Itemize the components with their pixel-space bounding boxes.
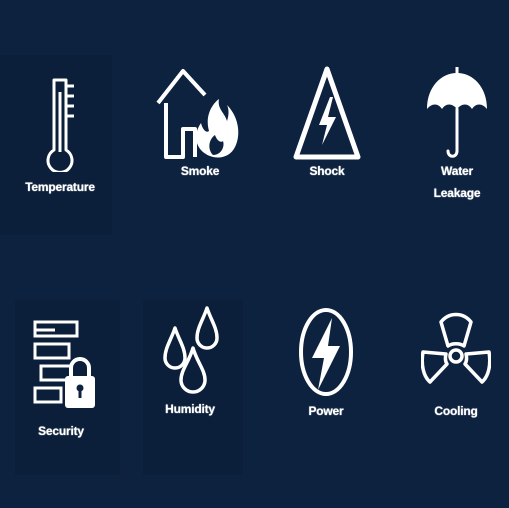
tile-shock[interactable]: Shock xyxy=(272,65,382,182)
tile-humidity[interactable]: Humidity xyxy=(135,306,245,420)
lightning-bolt-icon xyxy=(299,308,353,396)
tile-smoke[interactable]: Smoke xyxy=(145,65,255,182)
tile-label: Leakage xyxy=(433,186,481,200)
high-voltage-warning-icon xyxy=(293,66,361,160)
thermometer-icon xyxy=(46,78,74,172)
tile-power[interactable]: Power xyxy=(271,306,381,422)
tile-label: Cooling xyxy=(434,404,478,418)
tile-label: Security xyxy=(38,424,84,438)
tile-cooling[interactable]: Cooling xyxy=(401,308,509,422)
tile-label: Smoke xyxy=(180,164,220,178)
umbrella-icon xyxy=(427,67,487,158)
tile-security[interactable]: Security xyxy=(6,318,116,442)
server-lock-icon xyxy=(33,320,95,408)
fan-icon xyxy=(421,312,491,384)
water-drops-icon xyxy=(163,306,219,394)
tile-label: Temperature xyxy=(25,180,95,194)
tile-label: Power xyxy=(308,404,344,418)
tile-label: Shock xyxy=(309,164,345,178)
tile-temperature[interactable]: Temperature xyxy=(5,72,115,198)
tile-label: Humidity xyxy=(165,402,215,416)
tile-label: Water xyxy=(441,164,473,178)
tile-water-leakage[interactable]: Water Leakage xyxy=(402,65,509,204)
house-fire-icon xyxy=(156,69,239,159)
